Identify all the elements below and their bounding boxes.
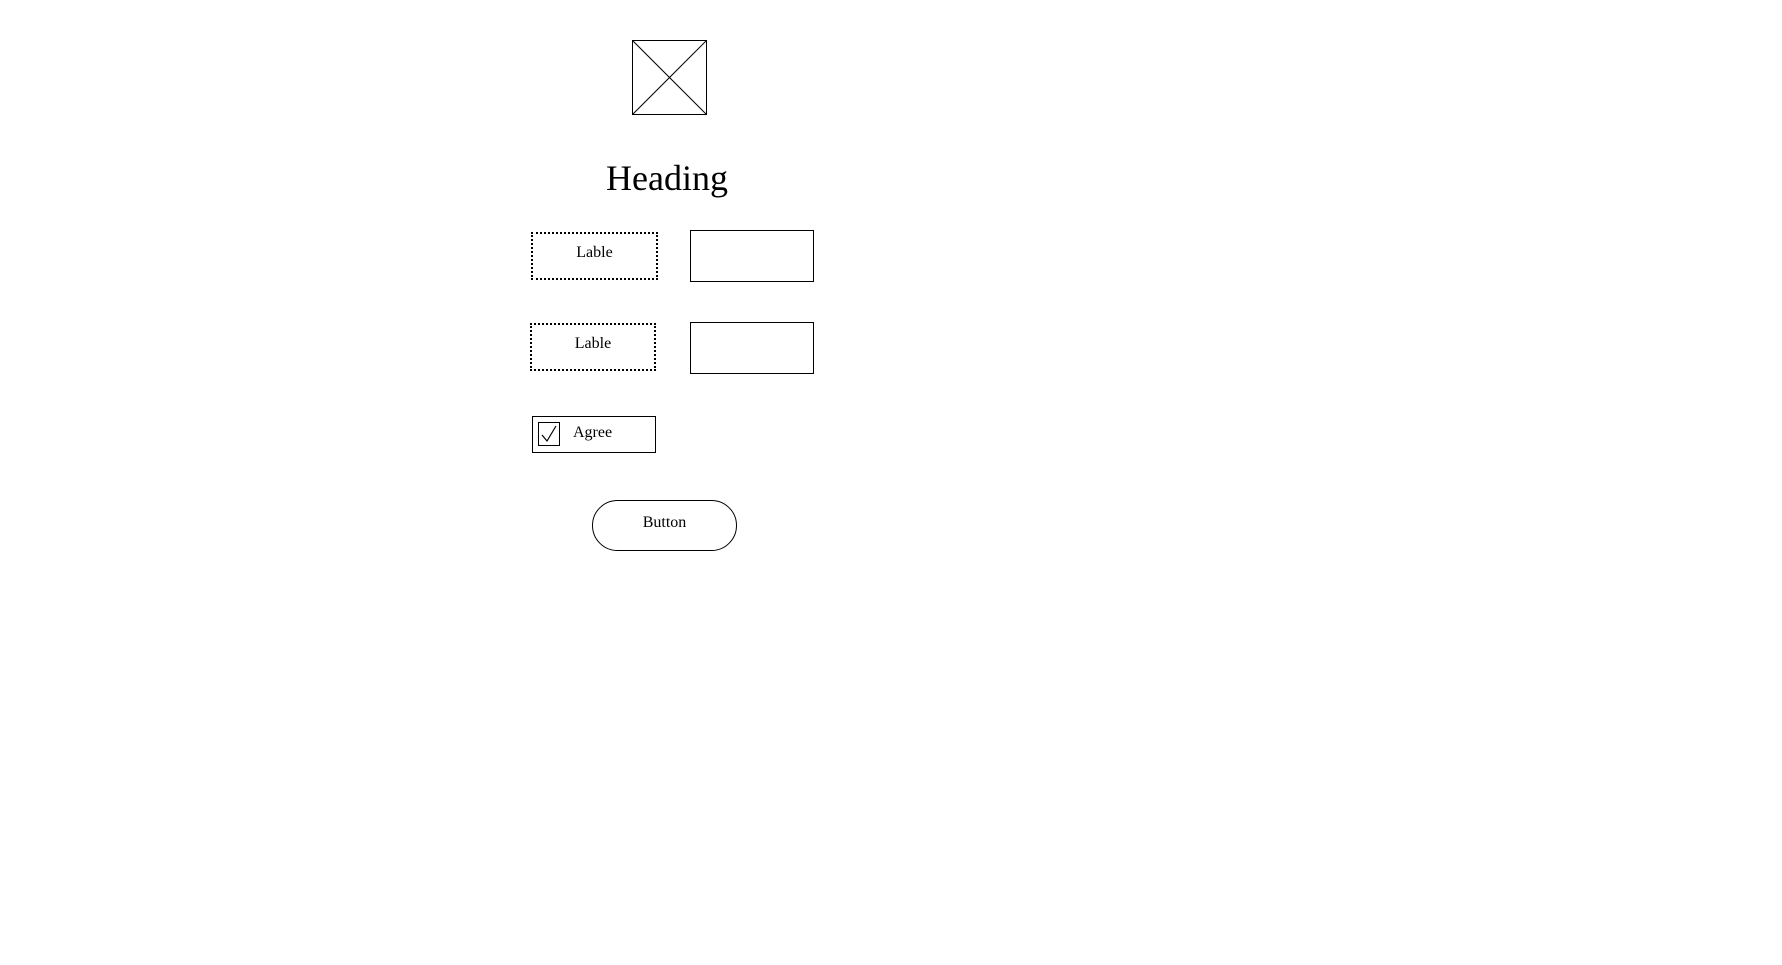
agree-checkbox-group[interactable]: Agree — [532, 416, 656, 453]
text-input-2[interactable] — [690, 322, 814, 374]
field-label-2: Lable — [530, 323, 656, 371]
image-placeholder-icon — [632, 40, 707, 115]
checkmark-icon — [541, 425, 557, 443]
text-input-1[interactable] — [690, 230, 814, 282]
field-label-1-text: Lable — [576, 244, 613, 261]
page-heading: Heading — [606, 158, 728, 198]
agree-checkbox[interactable] — [538, 422, 560, 446]
field-label-2-text: Lable — [574, 335, 612, 352]
submit-button[interactable]: Button — [592, 500, 737, 551]
field-label-1: Lable — [531, 232, 658, 280]
agree-label: Agree — [573, 424, 613, 441]
